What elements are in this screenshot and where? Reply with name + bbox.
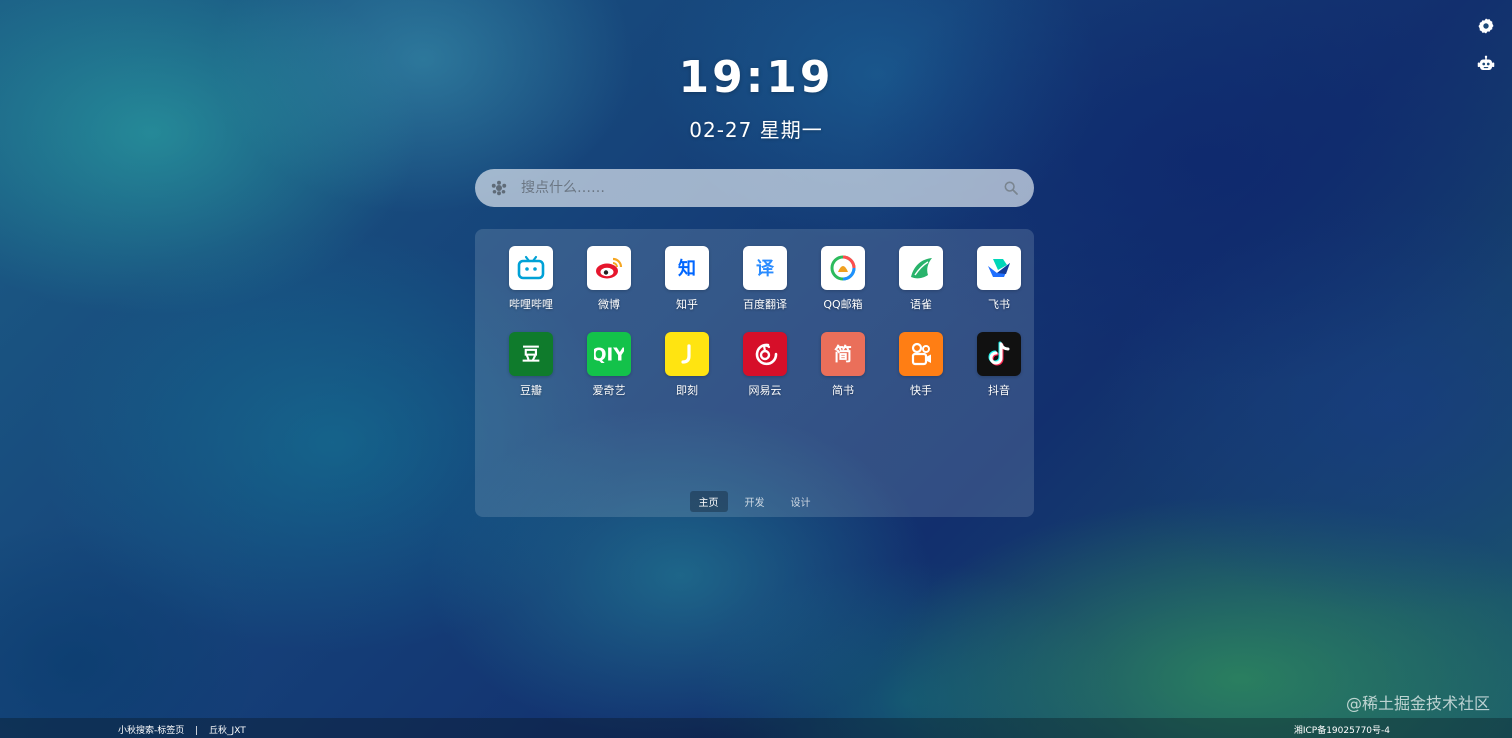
svg-text:译: 译	[756, 259, 775, 280]
svg-text:知: 知	[678, 258, 696, 280]
qq-mail-icon	[821, 246, 865, 290]
gear-icon	[1478, 18, 1494, 34]
clock-date: 02-27 星期一	[689, 118, 823, 142]
app-tile-douban[interactable]: 豆豆瓣	[492, 332, 570, 418]
search-icon[interactable]	[1002, 179, 1020, 197]
app-label: 飞书	[988, 298, 1010, 311]
search-input[interactable]	[519, 179, 1002, 197]
app-panel: 哔哩哔哩微博知知乎译百度翻译QQ邮箱语雀飞书豆豆瓣iQIYI爱奇艺即刻网易云简简…	[475, 229, 1034, 517]
netease-music-icon	[743, 332, 787, 376]
app-tile-yuque[interactable]: 语雀	[882, 246, 960, 332]
tab-2[interactable]: 设计	[782, 491, 820, 512]
tab-1[interactable]: 开发	[736, 491, 774, 512]
app-tile-feishu[interactable]: 飞书	[960, 246, 1038, 332]
svg-text:简: 简	[834, 344, 852, 366]
douban-icon: 豆	[509, 332, 553, 376]
app-tile-weibo[interactable]: 微博	[570, 246, 648, 332]
footer-site-name[interactable]: 小秋搜索-标签页	[118, 726, 184, 736]
baidu-translate-icon: 译	[743, 246, 787, 290]
feishu-icon	[977, 246, 1021, 290]
svg-text:豆: 豆	[522, 345, 540, 366]
bilibili-icon	[509, 246, 553, 290]
app-tile-zhihu[interactable]: 知知乎	[648, 246, 726, 332]
footer: 小秋搜索-标签页 | 丘秋_JXT 湘ICP备19025770号-4	[0, 718, 1512, 738]
jike-icon	[665, 332, 709, 376]
clock-time: 19:19	[678, 52, 834, 103]
settings-button[interactable]	[1476, 16, 1496, 36]
zhihu-icon: 知	[665, 246, 709, 290]
app-label: 网易云	[748, 384, 782, 397]
tab-bar: 主页 开发 设计	[475, 491, 1034, 512]
footer-author[interactable]: 丘秋_JXT	[209, 726, 246, 736]
app-tile-qq-mail[interactable]: QQ邮箱	[804, 246, 882, 332]
app-tile-douyin[interactable]: 抖音	[960, 332, 1038, 418]
watermark: @稀土掘金技术社区	[1345, 694, 1490, 713]
app-tile-baidu-translate[interactable]: 译百度翻译	[726, 246, 804, 332]
weibo-icon	[587, 246, 631, 290]
app-label: 抖音	[988, 384, 1010, 397]
engine-icon[interactable]	[489, 178, 509, 198]
douyin-icon	[977, 332, 1021, 376]
app-label: 爱奇艺	[592, 384, 626, 397]
iqiyi-icon: iQIYI	[587, 332, 631, 376]
footer-icp[interactable]: 湘ICP备19025770号-4	[1294, 726, 1390, 736]
yuque-icon	[899, 246, 943, 290]
kuaishou-icon	[899, 332, 943, 376]
app-label: 豆瓣	[520, 384, 542, 397]
app-label: 语雀	[910, 298, 932, 311]
app-label: 快手	[910, 384, 932, 397]
app-tile-iqiyi[interactable]: iQIYI 爱奇艺	[570, 332, 648, 418]
jianshu-icon: 简	[821, 332, 865, 376]
app-label: 百度翻译	[743, 298, 787, 311]
tab-0[interactable]: 主页	[689, 491, 728, 512]
app-label: 简书	[832, 384, 854, 397]
app-tile-netease-music[interactable]: 网易云	[726, 332, 804, 418]
app-label: QQ邮箱	[823, 298, 863, 311]
search-bar	[475, 169, 1034, 207]
app-label: 即刻	[676, 384, 698, 397]
app-tile-bilibili[interactable]: 哔哩哔哩	[492, 246, 570, 332]
app-label: 知乎	[676, 298, 698, 311]
app-label: 哔哩哔哩	[509, 298, 553, 311]
svg-text:iQIYI: iQIYI	[594, 345, 624, 366]
app-tile-kuaishou[interactable]: 快手	[882, 332, 960, 418]
app-tile-jianshu[interactable]: 简简书	[804, 332, 882, 418]
footer-separator: |	[195, 726, 199, 736]
app-tile-jike[interactable]: 即刻	[648, 332, 726, 418]
app-label: 微博	[598, 298, 620, 311]
app-grid: 哔哩哔哩微博知知乎译百度翻译QQ邮箱语雀飞书豆豆瓣iQIYI爱奇艺即刻网易云简简…	[492, 246, 1038, 418]
